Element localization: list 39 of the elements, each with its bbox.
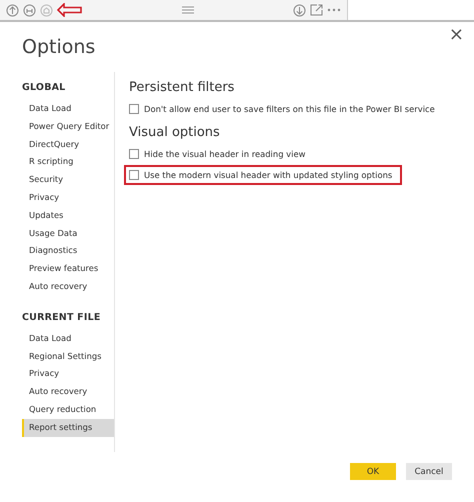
sidebar-item[interactable]: Report settings (22, 418, 114, 437)
sidebar-item[interactable]: Privacy (22, 188, 114, 207)
sidebar-item[interactable]: Usage Data (22, 224, 114, 242)
up-arrow-icon[interactable] (6, 4, 19, 16)
sidebar-item[interactable]: Query reduction (22, 400, 114, 419)
group-heading: Visual options (129, 125, 221, 140)
sidebar-item[interactable]: Power Query Editor (22, 118, 114, 136)
checkbox-label: Use the modern visual header with updated styling options (144, 170, 392, 180)
home-icon[interactable] (40, 4, 53, 16)
ok-button[interactable]: OK (350, 463, 396, 480)
sidebar-item[interactable]: Updates (22, 206, 114, 225)
section-heading: GLOBAL (22, 82, 66, 95)
checkbox[interactable] (129, 104, 139, 114)
cancel-button[interactable]: Cancel (406, 463, 452, 480)
sidebar-item[interactable]: Data Load (22, 100, 114, 118)
checkbox-label: Hide the visual header in reading view (144, 149, 306, 159)
group-heading: Persistent filters (129, 80, 236, 95)
sidebar-item[interactable]: Regional Settings (22, 348, 114, 366)
checkbox[interactable] (129, 149, 139, 159)
arrow-icon (57, 3, 83, 17)
section-heading: CURRENT FILE (22, 312, 102, 325)
sidebar-item[interactable]: Data Load (22, 330, 114, 348)
more-icon[interactable] (327, 8, 341, 12)
sidebar-item[interactable]: Security (22, 171, 114, 189)
sidebar-item[interactable]: R scripting (22, 153, 114, 172)
sidebar-item[interactable]: Auto recovery (22, 278, 114, 296)
dialog-title: Options (22, 36, 96, 60)
expand-icon[interactable] (23, 4, 36, 16)
focus-mode-icon[interactable] (310, 4, 323, 16)
drag-handle-icon[interactable] (182, 6, 194, 14)
sidebar-item[interactable]: Auto recovery (22, 383, 114, 401)
sidebar-item[interactable]: Diagnostics (22, 242, 114, 260)
close-button[interactable]: × (444, 24, 468, 45)
down-arrow-icon[interactable] (293, 4, 306, 16)
checkbox-label: Don't allow end user to save filters on this file in the Power BI service (144, 104, 435, 114)
sidebar-item[interactable]: DirectQuery (22, 136, 114, 154)
sidebar-item[interactable]: Privacy (22, 365, 114, 384)
sidebar-item[interactable]: Preview features (22, 260, 114, 278)
checkbox[interactable] (129, 170, 139, 180)
